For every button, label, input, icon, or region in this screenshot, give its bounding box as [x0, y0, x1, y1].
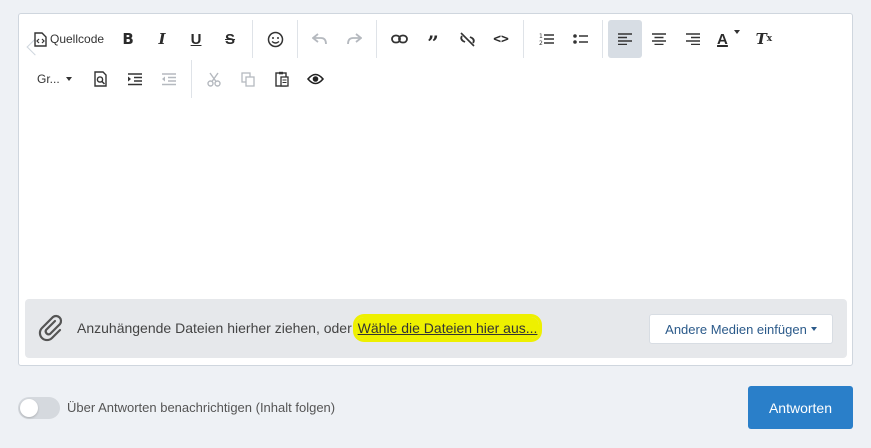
indent-icon [128, 72, 143, 85]
toolbar-separator [252, 20, 254, 58]
font-color-label: A [717, 30, 728, 48]
font-size-label: Gr... [37, 72, 60, 86]
underline-button[interactable]: U [179, 20, 213, 58]
align-left-icon [618, 33, 633, 45]
message-editor[interactable]: Quellcode B I U S ” <> 12 A T x Gr... An… [18, 13, 853, 366]
bold-button[interactable]: B [111, 20, 145, 58]
toolbar-separator [190, 60, 192, 98]
follow-toggle-label: Über Antworten benachrichtigen (Inhalt f… [67, 400, 336, 415]
svg-text:2: 2 [539, 40, 543, 46]
align-right-icon [686, 33, 701, 45]
toolbar-separator [376, 20, 378, 58]
align-right-button[interactable] [676, 20, 710, 58]
align-left-button[interactable] [608, 20, 643, 58]
editor-toolbar-row-1: Quellcode B I U S ” <> 12 A T x [27, 19, 781, 59]
clear-formatting-sub: x [766, 34, 773, 44]
follow-toggle[interactable] [18, 397, 60, 419]
outdent-icon [162, 72, 177, 85]
attachment-prompt: Anzuhängende Dateien hierher ziehen, ode… [77, 317, 540, 339]
attachment-dropzone[interactable]: Anzuhängende Dateien hierher ziehen, ode… [25, 299, 847, 358]
clipboard-icon [274, 71, 289, 87]
chevron-down-icon [810, 327, 817, 331]
paste-button[interactable] [265, 60, 299, 98]
smiley-icon [267, 31, 283, 47]
copy-icon [241, 71, 255, 87]
redo-button[interactable] [337, 20, 371, 58]
emoji-button[interactable] [258, 20, 292, 58]
redo-icon [347, 33, 363, 45]
strikethrough-button[interactable]: S [213, 20, 247, 58]
code-button[interactable]: <> [484, 20, 518, 58]
chevron-down-icon [65, 77, 72, 81]
choose-files-link[interactable]: Wähle die Dateien hier aus... [355, 317, 540, 339]
chevron-down-icon [733, 30, 740, 34]
eye-icon [307, 73, 325, 85]
bullet-list-button[interactable] [563, 20, 597, 58]
toolbar-separator [602, 20, 604, 58]
toolbar-separator [297, 20, 299, 58]
copy-button[interactable] [231, 60, 265, 98]
insert-media-button[interactable]: Andere Medien einfügen [649, 314, 833, 344]
insert-media-label: Andere Medien einfügen [665, 321, 807, 337]
svg-text:1: 1 [539, 33, 543, 40]
unlink-icon [459, 31, 475, 47]
numbered-list-icon: 12 [539, 33, 554, 46]
link-icon [390, 34, 408, 44]
cut-button[interactable] [197, 60, 231, 98]
toolbar-separator [523, 20, 525, 58]
remove-link-button[interactable] [450, 20, 484, 58]
clear-formatting-label: T [755, 30, 767, 48]
clear-formatting-button[interactable]: Tx [747, 20, 781, 58]
paperclip-icon [37, 314, 65, 342]
align-center-icon [652, 33, 667, 45]
toggle-preview-button[interactable] [299, 60, 333, 98]
font-color-button[interactable]: A [710, 20, 747, 58]
document-search-icon [93, 71, 107, 87]
undo-icon [312, 33, 327, 45]
numbered-list-button[interactable]: 12 [529, 20, 563, 58]
reply-button[interactable]: Antworten [748, 386, 853, 429]
bullet-list-icon [572, 34, 588, 44]
toggle-knob [20, 399, 38, 417]
outdent-button[interactable] [152, 60, 186, 98]
italic-button[interactable]: I [145, 20, 179, 58]
editor-toolbar-row-2: Gr... [27, 59, 333, 99]
insert-link-button[interactable] [382, 20, 416, 58]
undo-button[interactable] [303, 20, 337, 58]
preview-button[interactable] [84, 60, 118, 98]
attachment-prompt-text: Anzuhängende Dateien hierher ziehen, ode… [77, 320, 356, 336]
font-size-dropdown[interactable]: Gr... [27, 60, 84, 98]
align-center-button[interactable] [642, 20, 676, 58]
source-code-button[interactable]: Quellcode [27, 20, 111, 58]
indent-button[interactable] [118, 60, 152, 98]
source-code-icon [34, 31, 47, 47]
quote-button[interactable]: ” [416, 20, 450, 58]
scissors-icon [206, 72, 221, 87]
source-code-label: Quellcode [50, 32, 105, 46]
